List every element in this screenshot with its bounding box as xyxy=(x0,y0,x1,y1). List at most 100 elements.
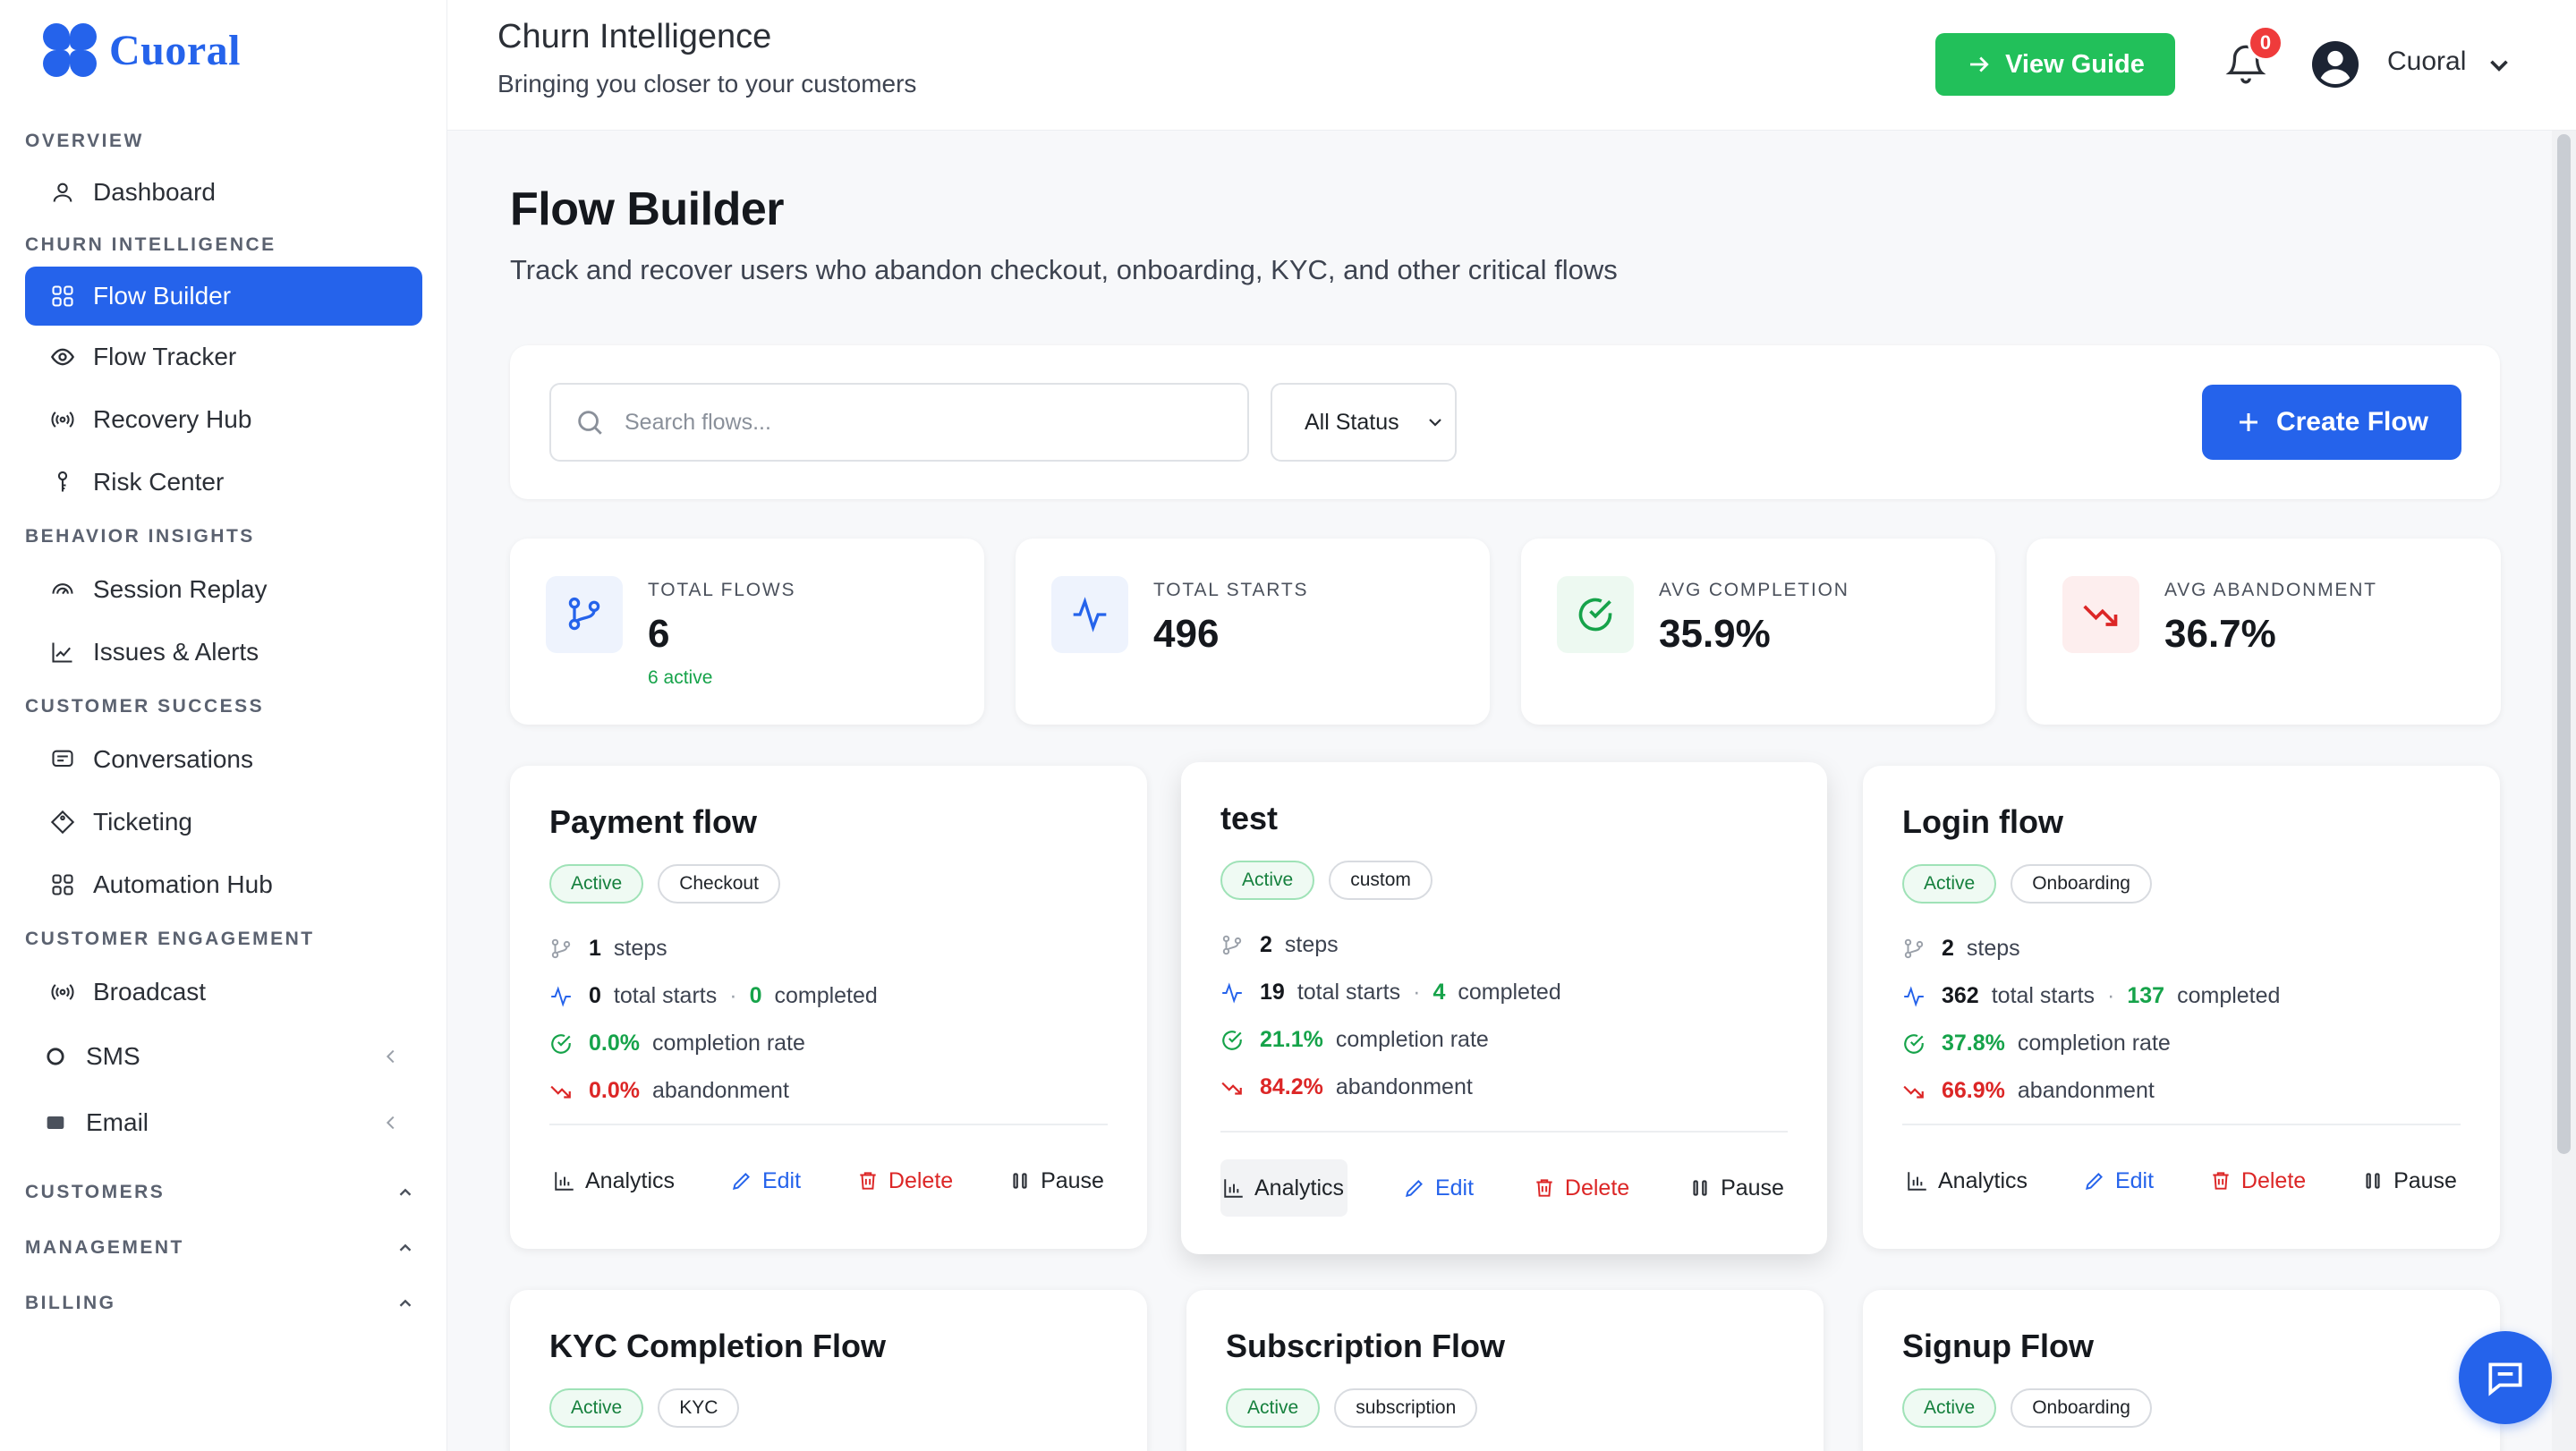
activity-icon xyxy=(1904,985,1924,1007)
sidebar-item-conversations[interactable]: Conversations xyxy=(25,728,422,791)
sidebar-item-recovery-hub[interactable]: Recovery Hub xyxy=(25,388,422,451)
delete-button[interactable]: Delete xyxy=(2206,1152,2309,1209)
section-management[interactable]: MANAGEMENT xyxy=(25,1220,422,1276)
stat-icon-bg xyxy=(1051,576,1128,653)
section-customers[interactable]: CUSTOMERS xyxy=(25,1165,422,1220)
flow-name: KYC Completion Flow xyxy=(549,1328,886,1364)
mail-icon xyxy=(47,1116,64,1129)
stat-label: TOTAL FLOWS xyxy=(648,580,796,600)
flow-name: Payment flow xyxy=(549,803,758,840)
pause-icon xyxy=(2366,1173,2380,1189)
flow-name: Login flow xyxy=(1902,803,2063,840)
header-title: Churn Intelligence xyxy=(497,18,772,55)
view-guide-button[interactable]: View Guide xyxy=(1935,33,2175,96)
metric-completion: 0.0% completion rate xyxy=(549,1020,878,1067)
stat-icon-bg xyxy=(546,576,623,653)
pencil-icon xyxy=(732,1173,750,1191)
pause-icon xyxy=(1693,1180,1707,1196)
branch-icon xyxy=(1222,935,1242,955)
chevron-left-icon[interactable] xyxy=(381,1047,401,1066)
notification-badge: 0 xyxy=(2248,25,2283,61)
brand-logo[interactable]: Cuoral xyxy=(39,20,241,81)
activity-icon xyxy=(1073,597,1107,632)
analytics-button[interactable]: Analytics xyxy=(549,1152,678,1209)
grid-icon xyxy=(52,285,73,307)
metric-completion: 21.1% completion rate xyxy=(1220,1016,1561,1064)
status-filter-select[interactable]: All Status xyxy=(1271,383,1457,462)
flow-card[interactable]: KYC Completion Flow Active KYC xyxy=(510,1290,1147,1451)
top-header: Churn Intelligence Bringing you closer t… xyxy=(447,0,2576,131)
key-icon xyxy=(57,471,68,492)
sidebar-item-flow-builder[interactable]: Flow Builder xyxy=(25,267,422,326)
chat-button[interactable] xyxy=(2459,1331,2552,1424)
section-churn-intelligence: CHURN INTELLIGENCE xyxy=(25,234,276,255)
search-icon xyxy=(578,411,602,435)
delete-button[interactable]: Delete xyxy=(853,1152,956,1209)
search-input[interactable] xyxy=(625,409,1161,436)
stat-avg-completion: AVG COMPLETION 35.9% xyxy=(1521,539,1995,725)
eye-icon xyxy=(50,348,75,366)
section-billing[interactable]: BILLING xyxy=(25,1276,422,1331)
pause-icon xyxy=(1013,1173,1027,1189)
sidebar-item-flow-tracker[interactable]: Flow Tracker xyxy=(25,326,422,388)
sidebar-item-automation-hub[interactable]: Automation Hub xyxy=(25,853,422,916)
type-badge: subscription xyxy=(1334,1388,1478,1428)
tag-icon xyxy=(50,810,75,835)
scrollbar-thumb[interactable] xyxy=(2557,134,2571,1154)
status-badge: Active xyxy=(549,864,644,904)
chevron-up-icon xyxy=(399,1299,412,1307)
bar-chart-icon xyxy=(555,1172,574,1191)
flow-card[interactable]: test Active custom 2 steps 19 total starts… xyxy=(1181,762,1827,1254)
grid-icon xyxy=(52,874,73,895)
delete-button[interactable]: Delete xyxy=(1529,1159,1633,1217)
sidebar-item-broadcast[interactable]: Broadcast xyxy=(25,961,422,1023)
sidebar-item-dashboard[interactable]: Dashboard xyxy=(25,163,422,222)
chat-bubble-icon xyxy=(2488,1362,2522,1396)
analytics-button[interactable]: Analytics xyxy=(1902,1152,2031,1209)
plus-icon xyxy=(2239,413,2257,431)
pause-button[interactable]: Pause xyxy=(1685,1159,1788,1217)
stat-icon-bg xyxy=(2062,576,2139,653)
create-flow-button[interactable]: Create Flow xyxy=(2202,385,2461,460)
stat-value: 36.7% xyxy=(2164,612,2276,656)
flow-card[interactable]: Payment flow Active Checkout 1 steps 0 tot… xyxy=(510,766,1147,1249)
stat-total-flows: TOTAL FLOWS 6 6 active xyxy=(510,539,984,725)
sidebar-item-issues-alerts[interactable]: Issues & Alerts xyxy=(25,621,422,683)
sidebar-item-sms[interactable]: SMS xyxy=(25,1023,422,1090)
bar-chart-icon xyxy=(1224,1179,1243,1198)
section-customer-success: CUSTOMER SUCCESS xyxy=(25,696,265,717)
metric-abandonment: 0.0% abandonment xyxy=(549,1067,878,1115)
chevron-down-icon[interactable] xyxy=(2484,50,2514,81)
pause-button[interactable]: Pause xyxy=(2358,1152,2461,1209)
stat-label: TOTAL STARTS xyxy=(1153,580,1309,600)
check-circle-icon xyxy=(1222,1030,1242,1050)
pause-button[interactable]: Pause xyxy=(1005,1152,1108,1209)
branch-icon xyxy=(1904,938,1924,958)
metric-abandonment: 66.9% abandonment xyxy=(1902,1067,2280,1115)
activity-icon xyxy=(1222,981,1242,1004)
pencil-icon xyxy=(2085,1173,2103,1191)
analytics-button[interactable]: Analytics xyxy=(1220,1159,1348,1217)
edit-button[interactable]: Edit xyxy=(2079,1152,2157,1209)
section-customer-engagement: CUSTOMER ENGAGEMENT xyxy=(25,929,315,949)
chevron-left-icon[interactable] xyxy=(381,1113,401,1133)
sidebar-item-session-replay[interactable]: Session Replay xyxy=(25,558,422,621)
edit-button[interactable]: Edit xyxy=(727,1152,804,1209)
user-name[interactable]: Cuoral xyxy=(2387,47,2466,77)
edit-button[interactable]: Edit xyxy=(1399,1159,1477,1217)
avatar-icon[interactable] xyxy=(2312,41,2359,88)
sidebar-item-email[interactable]: Email xyxy=(25,1090,422,1156)
broadcast-icon xyxy=(51,984,74,1000)
trend-down-icon xyxy=(2083,605,2118,626)
search-box[interactable] xyxy=(549,383,1249,462)
metric-steps: 2 steps xyxy=(1902,925,2280,972)
sidebar-item-risk-center[interactable]: Risk Center xyxy=(25,451,422,513)
activity-icon xyxy=(551,985,571,1007)
message-icon xyxy=(52,750,73,768)
flow-card[interactable]: Signup Flow Active Onboarding xyxy=(1863,1290,2500,1451)
flow-card[interactable]: Subscription Flow Active subscription xyxy=(1186,1290,1824,1451)
sidebar-item-ticketing[interactable]: Ticketing xyxy=(25,791,422,853)
flow-name: Signup Flow xyxy=(1902,1328,2094,1364)
flow-card[interactable]: Login flow Active Onboarding 2 steps 362 t… xyxy=(1863,766,2500,1249)
check-circle-icon xyxy=(1904,1033,1924,1054)
